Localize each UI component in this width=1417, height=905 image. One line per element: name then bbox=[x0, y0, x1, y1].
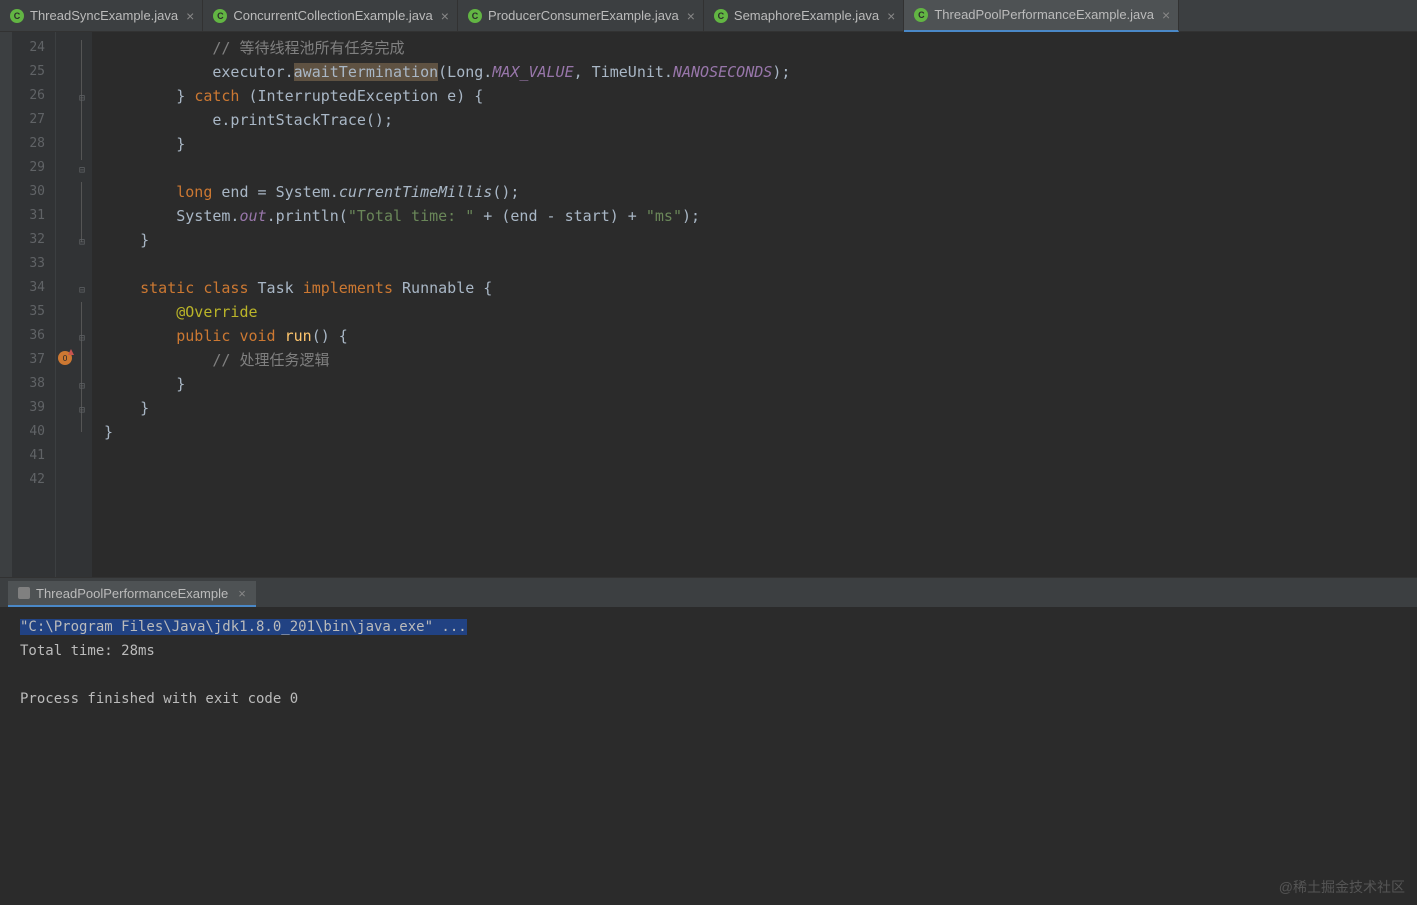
line-number[interactable]: 42 bbox=[12, 468, 55, 492]
fold-end-icon[interactable]: ⊟ bbox=[76, 164, 88, 176]
fold-end-icon[interactable]: ⊟ bbox=[76, 236, 88, 248]
close-icon[interactable]: × bbox=[186, 8, 194, 24]
tab-concurrentcollection[interactable]: C ConcurrentCollectionExample.java × bbox=[203, 0, 458, 32]
java-class-icon: C bbox=[213, 9, 227, 23]
marker-gutter: O bbox=[56, 32, 74, 577]
code-line: @Override bbox=[104, 300, 1417, 324]
console-line: Process finished with exit code 0 bbox=[20, 687, 1417, 711]
line-number[interactable]: 29 bbox=[12, 156, 55, 180]
line-number[interactable]: 28 bbox=[12, 132, 55, 156]
tab-threadsync[interactable]: C ThreadSyncExample.java × bbox=[0, 0, 203, 32]
code-line bbox=[104, 252, 1417, 276]
line-number[interactable]: 36 bbox=[12, 324, 55, 348]
fold-toggle-icon[interactable]: ⊟ bbox=[76, 92, 88, 104]
code-line: e.printStackTrace(); bbox=[104, 108, 1417, 132]
editor-tabs-bar: C ThreadSyncExample.java × C ConcurrentC… bbox=[0, 0, 1417, 32]
code-line bbox=[104, 444, 1417, 468]
code-line: static class Task implements Runnable { bbox=[104, 276, 1417, 300]
code-line: } catch (InterruptedException e) { bbox=[104, 84, 1417, 108]
fold-toggle-icon[interactable]: ⊟ bbox=[76, 284, 88, 296]
run-tool-tabs: ThreadPoolPerformanceExample × bbox=[0, 577, 1417, 607]
override-marker-icon[interactable]: O bbox=[58, 351, 72, 365]
close-icon[interactable]: × bbox=[238, 586, 246, 601]
code-line: executor.awaitTermination(Long.MAX_VALUE… bbox=[104, 60, 1417, 84]
run-tab-label: ThreadPoolPerformanceExample bbox=[36, 586, 228, 601]
console-output[interactable]: "C:\Program Files\Java\jdk1.8.0_201\bin\… bbox=[0, 607, 1417, 905]
java-class-icon: C bbox=[914, 8, 928, 22]
code-line: } bbox=[104, 420, 1417, 444]
console-line: Total time: 28ms bbox=[20, 639, 1417, 663]
tab-label: ThreadSyncExample.java bbox=[30, 8, 178, 23]
code-line: // 等待线程池所有任务完成 bbox=[104, 36, 1417, 60]
line-number[interactable]: 24 bbox=[12, 36, 55, 60]
code-line: } bbox=[104, 132, 1417, 156]
line-number-gutter: 24 25 26 27 28 29 30 31 32 33 34 35 36 3… bbox=[12, 32, 56, 577]
line-number[interactable]: 41 bbox=[12, 444, 55, 468]
tab-label: ThreadPoolPerformanceExample.java bbox=[934, 7, 1154, 22]
code-line: } bbox=[104, 372, 1417, 396]
line-number[interactable]: 26 bbox=[12, 84, 55, 108]
line-number[interactable]: 40 bbox=[12, 420, 55, 444]
line-number[interactable]: 35 bbox=[12, 300, 55, 324]
line-number[interactable]: 37 bbox=[12, 348, 55, 372]
tab-semaphore[interactable]: C SemaphoreExample.java × bbox=[704, 0, 904, 32]
fold-end-icon[interactable]: ⊟ bbox=[76, 380, 88, 392]
line-number[interactable]: 39 bbox=[12, 396, 55, 420]
code-line: public void run() { bbox=[104, 324, 1417, 348]
line-number[interactable]: 25 bbox=[12, 60, 55, 84]
tab-label: ConcurrentCollectionExample.java bbox=[233, 8, 432, 23]
console-line bbox=[20, 663, 1417, 687]
code-line: long end = System.currentTimeMillis(); bbox=[104, 180, 1417, 204]
line-number[interactable]: 30 bbox=[12, 180, 55, 204]
tab-producerconsumer[interactable]: C ProducerConsumerExample.java × bbox=[458, 0, 704, 32]
run-config-icon bbox=[18, 587, 30, 599]
code-line: } bbox=[104, 228, 1417, 252]
line-number[interactable]: 27 bbox=[12, 108, 55, 132]
close-icon[interactable]: × bbox=[1162, 7, 1170, 23]
code-line bbox=[104, 156, 1417, 180]
tab-label: ProducerConsumerExample.java bbox=[488, 8, 679, 23]
tab-threadpoolperformance[interactable]: C ThreadPoolPerformanceExample.java × bbox=[904, 0, 1179, 32]
fold-end-icon[interactable]: ⊟ bbox=[76, 404, 88, 416]
console-line: "C:\Program Files\Java\jdk1.8.0_201\bin\… bbox=[20, 615, 1417, 639]
fold-toggle-icon[interactable]: ⊟ bbox=[76, 332, 88, 344]
line-number[interactable]: 31 bbox=[12, 204, 55, 228]
code-line: } bbox=[104, 396, 1417, 420]
line-number[interactable]: 33 bbox=[12, 252, 55, 276]
fold-gutter: ⊟ ⊟ ⊟ ⊟ ⊟ ⊟ ⊟ bbox=[74, 32, 92, 577]
code-line: // 处理任务逻辑 bbox=[104, 348, 1417, 372]
line-number[interactable]: 38 bbox=[12, 372, 55, 396]
fold-line bbox=[81, 182, 82, 242]
close-icon[interactable]: × bbox=[887, 8, 895, 24]
java-class-icon: C bbox=[714, 9, 728, 23]
code-area[interactable]: // 等待线程池所有任务完成 executor.awaitTermination… bbox=[92, 32, 1417, 577]
line-number[interactable]: 32 bbox=[12, 228, 55, 252]
java-class-icon: C bbox=[468, 9, 482, 23]
editor-area: 24 25 26 27 28 29 30 31 32 33 34 35 36 3… bbox=[0, 32, 1417, 577]
java-class-icon: C bbox=[10, 9, 24, 23]
close-icon[interactable]: × bbox=[441, 8, 449, 24]
left-margin bbox=[0, 32, 12, 577]
code-line: System.out.println("Total time: " + (end… bbox=[104, 204, 1417, 228]
watermark-text: @稀土掘金技术社区 bbox=[1279, 877, 1405, 897]
run-tab-threadpool[interactable]: ThreadPoolPerformanceExample × bbox=[8, 581, 256, 607]
close-icon[interactable]: × bbox=[687, 8, 695, 24]
tab-label: SemaphoreExample.java bbox=[734, 8, 879, 23]
line-number[interactable]: 34 bbox=[12, 276, 55, 300]
